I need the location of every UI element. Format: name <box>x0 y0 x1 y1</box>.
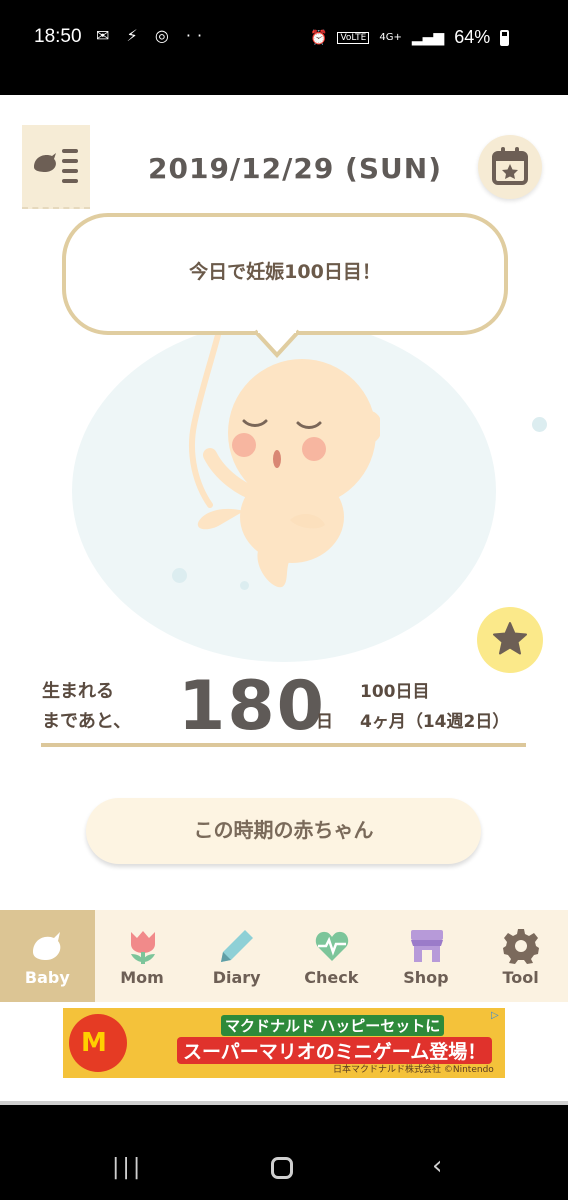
calendar-star-icon <box>492 147 528 185</box>
tulip-icon <box>130 931 155 964</box>
ad-logo-text: M <box>81 1028 107 1058</box>
battery-icon <box>500 29 510 46</box>
star-icon <box>493 622 527 655</box>
bubble-message: 今日で妊娠100日目！ <box>189 261 381 283</box>
favorite-button[interactable] <box>477 607 543 673</box>
countdown-divider <box>41 743 526 747</box>
ad-footer: 日本マクドナルド株式会社 ©Nintendo <box>333 1065 494 1075</box>
tab-tool[interactable]: Tool <box>473 910 568 1002</box>
volte-icon: VoLTE <box>337 31 370 44</box>
tab-check-label: Check <box>304 968 359 987</box>
tab-baby-label: Baby <box>24 968 70 987</box>
ad-choices-icon[interactable]: ▷ <box>491 1010 503 1022</box>
tab-shop-label: Shop <box>403 968 449 987</box>
gear-icon <box>503 929 540 964</box>
ad-banner[interactable]: M マクドナルド ハッピーセットに スーパーマリオのミニゲーム登場！ 日本マクド… <box>63 1008 505 1078</box>
tab-shop[interactable]: Shop <box>379 910 474 1002</box>
bubble-tail <box>255 329 299 358</box>
bottom-nav: Baby Mom Diary Check Shop Tool <box>0 910 568 1002</box>
heart-pulse-icon <box>315 931 349 961</box>
status-time: 18:50 <box>34 26 82 47</box>
tab-mom[interactable]: Mom <box>95 910 190 1002</box>
ad-headline-1: マクドナルド ハッピーセットに <box>221 1015 445 1036</box>
bird-list-icon <box>34 149 78 183</box>
countdown-label-line2: まであと、 <box>42 711 132 732</box>
alarm-icon: ⏰ <box>310 29 328 46</box>
signal-icon: ▂▄▆ <box>411 29 445 46</box>
status-bar: 18:50 ✉ ⚡ ◎ ·· ⏰ VoLTE 4G+ ▂▄▆ 64% <box>0 0 568 95</box>
current-date: 2019/12/29 (SUN) <box>148 152 442 185</box>
bird-icon <box>33 932 61 960</box>
pregnancy-day: 100日目 <box>360 682 430 702</box>
mcdonalds-logo: M <box>69 1014 127 1072</box>
tab-diary[interactable]: Diary <box>189 910 284 1002</box>
tab-baby[interactable]: Baby <box>0 910 95 1002</box>
menu-button[interactable] <box>22 125 90 209</box>
notification-icons: ✉ ⚡ ◎ ·· <box>96 26 209 45</box>
tab-mom-label: Mom <box>120 968 164 987</box>
baby-this-period-button[interactable]: この時期の赤ちゃん <box>86 798 481 864</box>
tab-check[interactable]: Check <box>284 910 379 1002</box>
pencil-icon <box>221 930 254 962</box>
pregnancy-progress: 100日目 4ヶ月（14週2日） <box>360 677 509 737</box>
days-remaining: 180 <box>178 667 326 746</box>
bubble-dot <box>532 417 547 432</box>
calendar-button[interactable] <box>478 135 542 199</box>
status-right: ⏰ VoLTE 4G+ ▂▄▆ 64% <box>310 27 510 48</box>
baby-illustration <box>189 335 380 588</box>
battery-percent: 64% <box>454 27 491 47</box>
system-nav-bar: ||| ‹ <box>0 1105 568 1200</box>
tab-diary-label: Diary <box>212 968 261 987</box>
tab-tool-label: Tool <box>502 968 539 987</box>
countdown-label: 生まれる まであと、 <box>42 677 131 737</box>
4g-icon: 4G+ <box>379 32 402 43</box>
ad-headline-2: スーパーマリオのミニゲーム登場！ <box>177 1037 493 1064</box>
recent-apps-icon[interactable]: ||| <box>112 1155 143 1180</box>
speech-bubble: 今日で妊娠100日目！ <box>62 213 508 335</box>
pregnancy-month-week: 4ヶ月（14週2日） <box>360 712 510 732</box>
app-screen: 2019/12/29 (SUN) 今日で妊娠100日目！ 生まれる まであと、 … <box>0 95 568 1105</box>
back-icon[interactable]: ‹ <box>432 1151 442 1181</box>
countdown-label-line1: 生まれる <box>42 681 114 702</box>
shop-icon <box>410 930 443 962</box>
days-unit: 日 <box>316 712 333 732</box>
home-icon[interactable] <box>271 1157 293 1179</box>
